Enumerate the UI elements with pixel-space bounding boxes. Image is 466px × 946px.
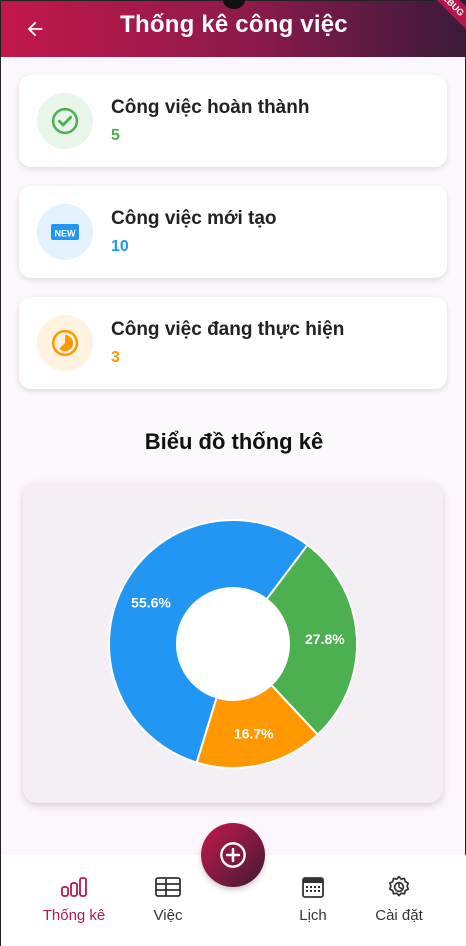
slice-label: 27.8%: [305, 631, 345, 647]
calendar-icon: [268, 873, 358, 901]
nav-label: Cài đặt: [375, 907, 423, 924]
nav-item-statistics[interactable]: Thống kê: [29, 873, 119, 924]
chart-heading: Biểu đồ thống kê: [144, 429, 324, 454]
stat-value: 3: [111, 349, 120, 366]
stat-label: Công việc mới tạo: [111, 208, 277, 229]
new-badge-icon: NEW: [37, 204, 93, 260]
slice-label: 55.6%: [131, 594, 171, 610]
stat-card-new: NEW Công việc mới tạo 10: [19, 186, 447, 278]
stat-card-completed: Công việc hoàn thành 5: [19, 75, 447, 167]
stat-label: Công việc đang thực hiện: [111, 319, 345, 340]
nav-label: Việc: [153, 907, 183, 924]
bar-chart-icon: [29, 873, 119, 901]
nav-item-calendar[interactable]: Lịch: [268, 873, 358, 924]
timelapse-icon: [37, 315, 93, 371]
add-circle-icon: [220, 842, 246, 868]
page-title: Thống kê công việc: [120, 11, 348, 38]
stat-value: 10: [111, 238, 129, 255]
app-bar: Thống kê công việc DEBUG: [1, 0, 466, 57]
table-icon: [123, 873, 213, 901]
slice-label: 16.7%: [234, 726, 274, 742]
donut-chart: 55.6% 27.8% 16.7%: [108, 519, 358, 769]
nav-item-tasks[interactable]: Việc: [123, 873, 213, 924]
donut-hole: [177, 588, 289, 700]
nav-label: Thống kê: [42, 907, 106, 924]
nav-item-settings[interactable]: Cài đặt: [354, 873, 444, 924]
add-task-button[interactable]: [201, 823, 265, 887]
stat-value: 5: [111, 127, 120, 144]
check-circle-icon: [37, 93, 93, 149]
stat-card-in-progress: Công việc đang thực hiện 3: [19, 297, 447, 389]
settings-icon: [354, 873, 444, 901]
chart-card: 55.6% 27.8% 16.7%: [23, 482, 443, 803]
camera-cutout: [223, 0, 245, 9]
stat-label: Công việc hoàn thành: [111, 97, 310, 118]
nav-label: Lịch: [299, 907, 327, 924]
svg-text:NEW: NEW: [55, 229, 77, 239]
